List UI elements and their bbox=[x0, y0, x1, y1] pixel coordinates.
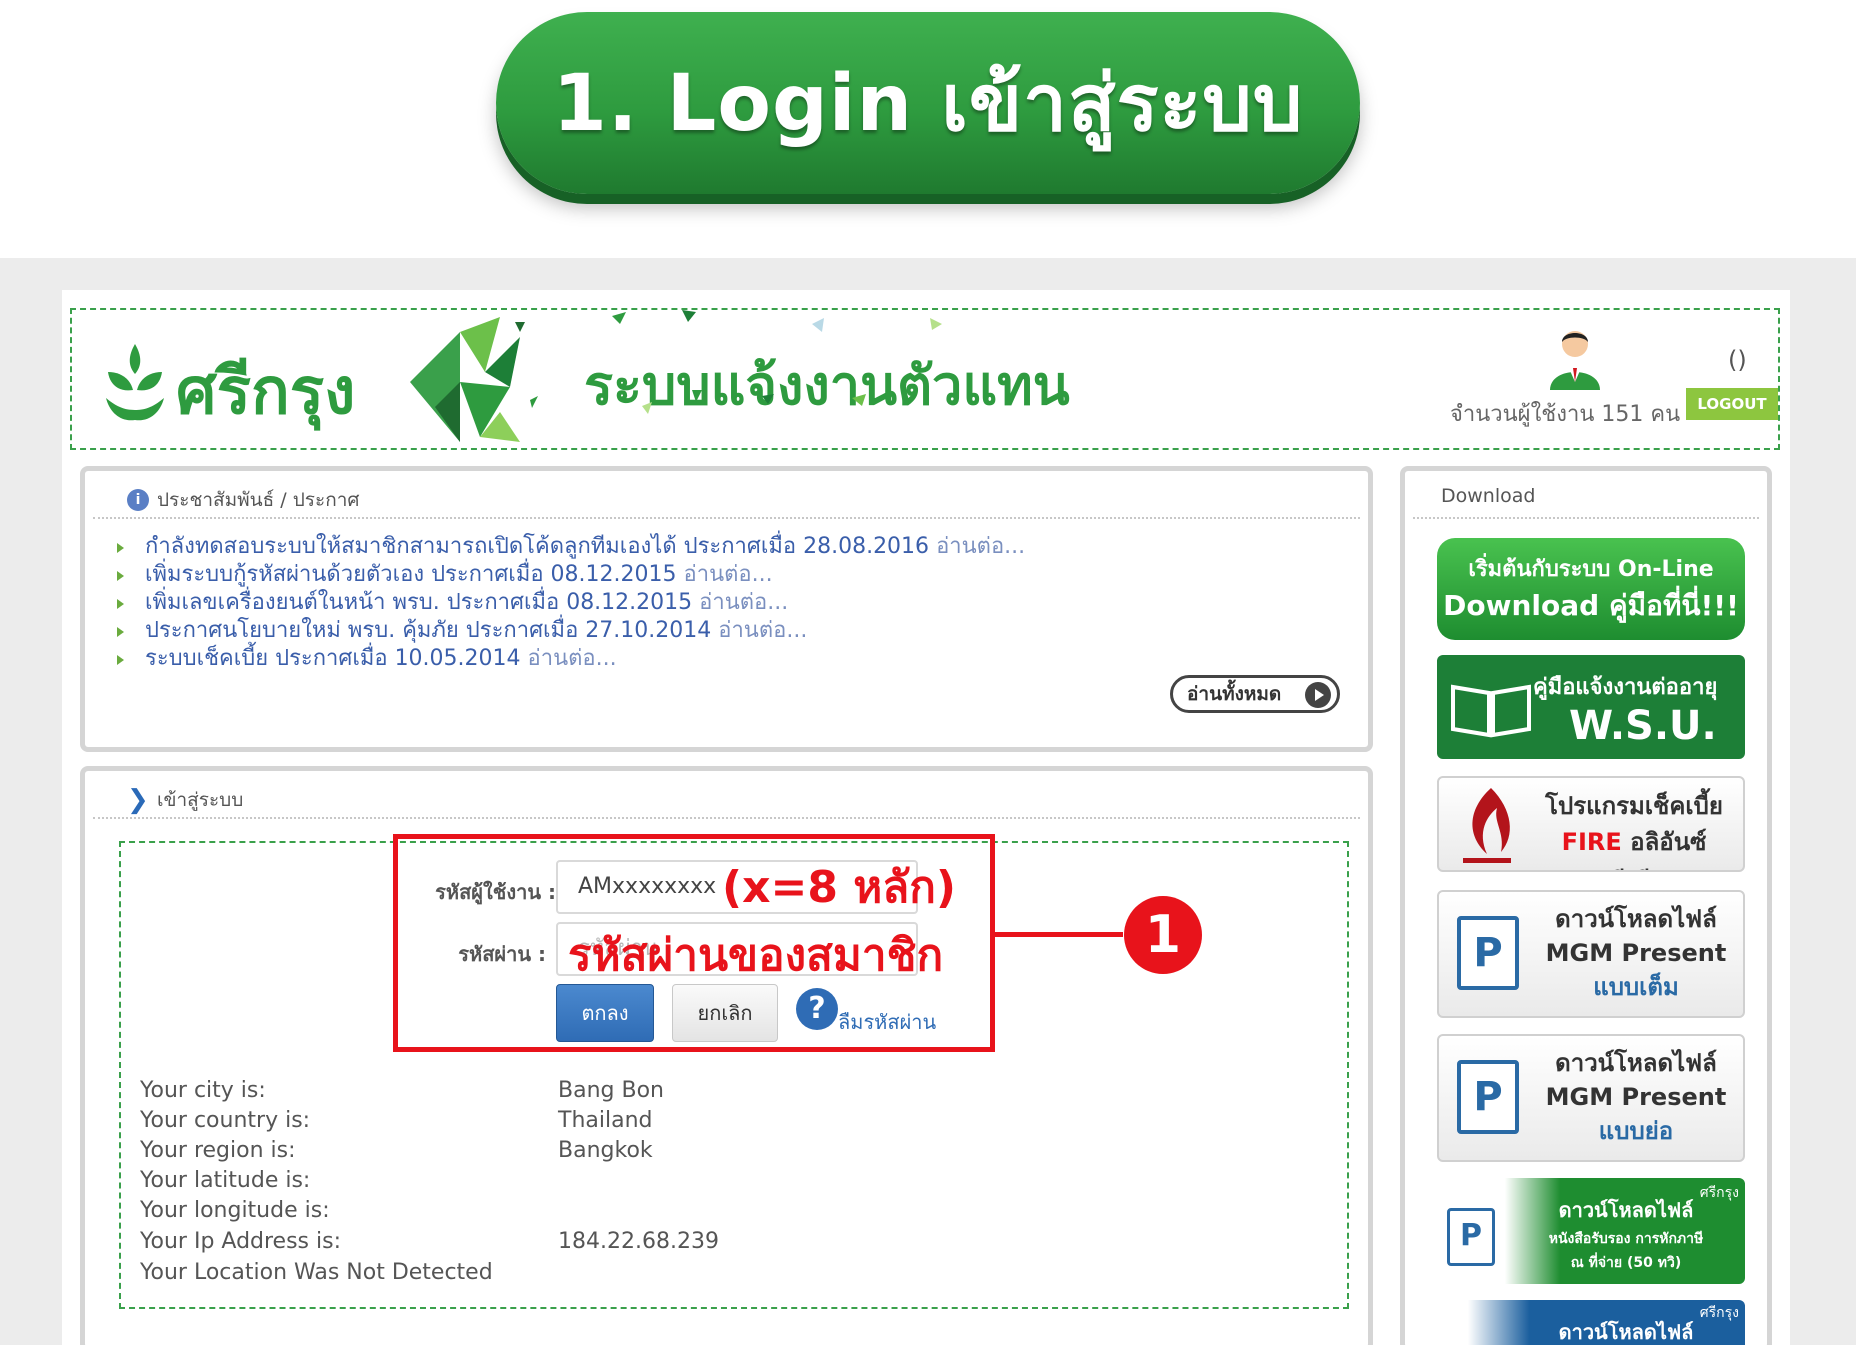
news-item[interactable]: เพิ่มระบบกู้รหัสผ่านด้วยตัวเอง ประกาศเมื… bbox=[115, 561, 1025, 589]
geo-ip-value: 184.22.68.239 bbox=[558, 1229, 719, 1254]
geo-city-value: Bang Bon bbox=[558, 1078, 664, 1103]
online-manual-line2: Download คู่มือที่นี่!!! bbox=[1443, 589, 1739, 622]
read-all-button[interactable]: อ่านทั้งหมด bbox=[1170, 675, 1340, 713]
download-premium-check-button[interactable]: โปรแกรมเช็คเบี้ย FIRE อลิอันซ์ ซี.พี. bbox=[1437, 776, 1745, 872]
step-banner-pill: 1. Login เข้าสู่ระบบ bbox=[496, 12, 1360, 194]
read-more-link[interactable]: อ่านต่อ... bbox=[684, 562, 773, 587]
read-more-link[interactable]: อ่านต่อ... bbox=[528, 646, 617, 671]
download-panel-header: Download bbox=[1413, 471, 1759, 519]
fire-logo-icon bbox=[1463, 788, 1511, 863]
read-more-link[interactable]: อ่านต่อ... bbox=[936, 534, 1025, 559]
annotation-password-note: รหัสผ่านของสมาชิก bbox=[568, 930, 944, 981]
geo-latitude-label: Your latitude is: bbox=[140, 1168, 311, 1193]
pdf-file-icon: P bbox=[1447, 1208, 1495, 1266]
download-mgm-full-button[interactable]: P ดาวน์โหลดไฟล์ MGM Present แบบเต็ม bbox=[1437, 890, 1745, 1018]
fire-label: FIRE bbox=[1561, 828, 1622, 856]
download-wsu-manual-button[interactable]: คู่มือแจ้งงานต่ออายุ W.S.U. bbox=[1437, 655, 1745, 759]
geo-ip-label: Your Ip Address is: bbox=[140, 1229, 341, 1254]
tax-line3: ณ ที่จ่าย (50 ทวิ) bbox=[1570, 1255, 1682, 1271]
wsu-line1: คู่มือแจ้งงานต่ออายุ bbox=[1533, 675, 1718, 700]
geo-longitude-label: Your longitude is: bbox=[140, 1198, 330, 1223]
read-all-label: อ่านทั้งหมด bbox=[1187, 683, 1282, 705]
sri-krung-leaf-icon bbox=[106, 344, 164, 421]
news-item[interactable]: กำลังทดสอบระบบให้สมาชิกสามารถเปิดโค้ดลูก… bbox=[115, 533, 1025, 561]
download-mgm-short-button[interactable]: P ดาวน์โหลดไฟล์ MGM Present แบบย่อ bbox=[1437, 1034, 1745, 1162]
user-name-display: () bbox=[1728, 346, 1747, 374]
news-item[interactable]: ระบบเช็คเบี้ย ประกาศเมื่อ 10.05.2014 อ่า… bbox=[115, 645, 1025, 673]
geo-country-label: Your country is: bbox=[140, 1108, 311, 1133]
site-header: ศรีกรุง ระบบแจ้งงานตัวแทน () จำนวนผู้ใช้… bbox=[70, 308, 1780, 450]
premium-check-line1: โปรแกรมเช็คเบี้ย bbox=[1545, 792, 1723, 820]
download-last-file-button[interactable]: ศรีกรุง ดาวน์โหลดไฟล์ bbox=[1437, 1300, 1745, 1345]
tax-line1: ดาวน์โหลดไฟล์ bbox=[1558, 1198, 1694, 1222]
last-file-line1: ดาวน์โหลดไฟล์ bbox=[1558, 1320, 1694, 1344]
download-panel-title: Download bbox=[1441, 485, 1536, 507]
online-manual-line1: เริ่มต้นกับระบบ On-Line bbox=[1468, 557, 1714, 582]
geo-not-detected-label: Your Location Was Not Detected bbox=[140, 1260, 493, 1285]
pdf-file-icon: P bbox=[1457, 916, 1519, 990]
brand-name: ศรีกรุง bbox=[176, 355, 356, 429]
chevron-right-icon: ❯ bbox=[127, 785, 149, 815]
online-user-count: จำนวนผู้ใช้งาน 151 คน bbox=[1450, 402, 1681, 427]
download-online-manual-button[interactable]: เริ่มต้นกับระบบ On-Line Download คู่มือท… bbox=[1437, 538, 1745, 640]
read-more-link[interactable]: อ่านต่อ... bbox=[699, 590, 788, 615]
news-list: กำลังทดสอบระบบให้สมาชิกสามารถเปิดโค้ดลูก… bbox=[115, 533, 1025, 673]
news-panel: i ประชาสัมพันธ์ / ประกาศ กำลังทดสอบระบบใ… bbox=[80, 466, 1373, 752]
step-banner-label: 1. Login เข้าสู่ระบบ bbox=[552, 59, 1304, 149]
news-item[interactable]: ประกาศนโยบายใหม่ พรบ. คุ้มภัย ประกาศเมื่… bbox=[115, 617, 1025, 645]
geo-region-label: Your region is: bbox=[140, 1138, 296, 1163]
mgm-short-text: ดาวน์โหลดไฟล์ MGM Present แบบย่อ bbox=[1545, 1049, 1727, 1145]
user-avatar-icon bbox=[1550, 331, 1600, 390]
wsu-line2: W.S.U. bbox=[1569, 703, 1717, 749]
pdf-file-icon: P bbox=[1457, 1060, 1519, 1134]
open-book-icon bbox=[1451, 684, 1531, 738]
annotation-digits-note: (x=8 หลัก) bbox=[722, 862, 957, 913]
login-panel-title: เข้าสู่ระบบ bbox=[157, 789, 244, 811]
news-panel-title: ประชาสัมพันธ์ / ประกาศ bbox=[157, 489, 360, 511]
play-arrow-icon bbox=[1305, 682, 1331, 708]
login-panel-header: ❯ เข้าสู่ระบบ bbox=[93, 771, 1360, 819]
mgm-full-text: ดาวน์โหลดไฟล์ MGM Present แบบเต็ม bbox=[1545, 905, 1727, 1001]
info-icon: i bbox=[127, 489, 149, 511]
tutorial-banner: 1. Login เข้าสู่ระบบ bbox=[0, 0, 1856, 258]
read-more-link[interactable]: อ่านต่อ... bbox=[718, 618, 807, 643]
decorative-triangles-icon bbox=[612, 310, 942, 414]
news-panel-header: i ประชาสัมพันธ์ / ประกาศ bbox=[93, 471, 1360, 519]
news-item[interactable]: เพิ่มเลขเครื่องยนต์ในหน้า พรบ. ประกาศเมื… bbox=[115, 589, 1025, 617]
tax-line2: หนังสือรับรอง การหักภาษี bbox=[1548, 1231, 1704, 1247]
geo-city-label: Your city is: bbox=[140, 1078, 266, 1103]
geo-country-value: Thailand bbox=[558, 1108, 653, 1133]
download-tax-certificate-button[interactable]: P ศรีกรุง ดาวน์โหลดไฟล์ หนังสือรับรอง กา… bbox=[1437, 1178, 1745, 1284]
logout-button[interactable]: LOGOUT bbox=[1686, 388, 1778, 420]
premium-check-line2: อลิอันซ์ ซี.พี. bbox=[1609, 828, 1707, 870]
annotation-step-badge: 1 bbox=[1124, 896, 1202, 974]
annotation-connector-line bbox=[995, 932, 1123, 937]
geo-region-value: Bangkok bbox=[558, 1138, 653, 1163]
